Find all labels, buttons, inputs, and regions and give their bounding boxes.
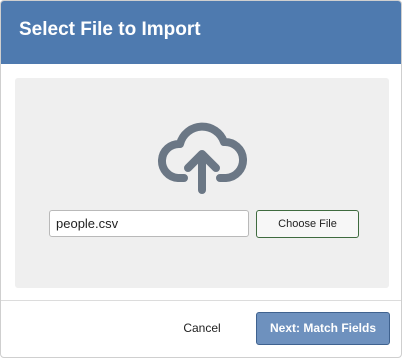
footer-divider — [1, 300, 401, 301]
dialog-header: Select File to Import — [1, 1, 401, 64]
dialog-title: Select File to Import — [19, 19, 201, 40]
file-drop-zone[interactable]: Choose File — [15, 78, 389, 288]
cancel-button[interactable]: Cancel — [171, 312, 233, 344]
cloud-upload-icon — [158, 122, 248, 194]
import-dialog: Select File to Import Choose File Cancel… — [0, 0, 402, 358]
next-match-fields-button[interactable]: Next: Match Fields — [256, 312, 390, 345]
choose-file-button[interactable]: Choose File — [256, 210, 359, 238]
file-name-field[interactable] — [49, 210, 249, 237]
